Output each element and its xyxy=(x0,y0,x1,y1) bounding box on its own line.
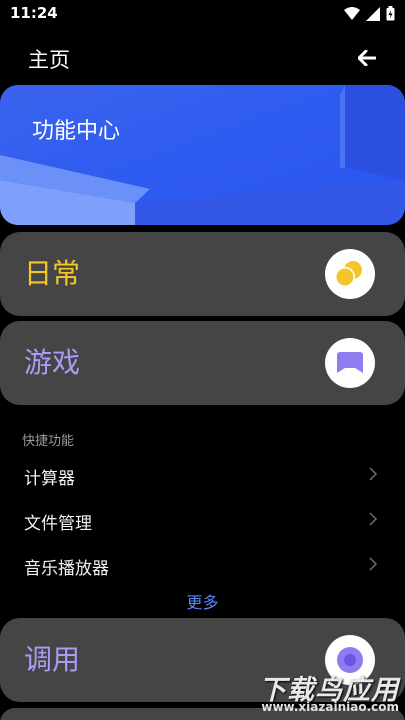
daily-card-label: 日常 xyxy=(24,257,81,290)
daily-card[interactable]: 日常 xyxy=(0,232,405,316)
chevron-right-icon xyxy=(369,557,378,571)
game-controller-icon xyxy=(325,338,375,388)
status-time: 11:24 xyxy=(10,4,58,22)
watermark-url: www.xiazainiao.com xyxy=(261,700,399,714)
quick-item-calculator[interactable]: 计算器 xyxy=(0,452,405,496)
wifi-icon xyxy=(344,6,360,25)
quick-item-label: 音乐播放器 xyxy=(24,559,109,579)
more-link[interactable]: 更多 xyxy=(0,589,405,613)
quick-item-file-manager[interactable]: 文件管理 xyxy=(0,497,405,541)
back-arrow-icon[interactable] xyxy=(355,46,379,70)
app-screen: 11:24 主页 功能中心 日常 游戏 快捷功能 计算器 文件管理 音乐播放器 … xyxy=(0,0,405,720)
app-header: 主页 xyxy=(0,36,405,80)
battery-icon xyxy=(386,6,395,25)
banner-title: 功能中心 xyxy=(32,119,121,144)
status-icons xyxy=(344,6,395,25)
page-title: 主页 xyxy=(28,48,70,72)
feature-center-banner[interactable]: 功能中心 xyxy=(0,85,405,225)
coins-icon xyxy=(325,249,375,299)
chevron-right-icon xyxy=(369,467,378,481)
quick-functions-heading: 快捷功能 xyxy=(22,434,75,449)
chevron-right-icon xyxy=(369,512,378,526)
games-card-label: 游戏 xyxy=(24,346,81,379)
invoke-card-label: 调用 xyxy=(24,643,81,676)
quick-item-label: 计算器 xyxy=(24,469,75,489)
quick-item-music-player[interactable]: 音乐播放器 xyxy=(0,542,405,586)
status-bar: 11:24 xyxy=(0,0,405,28)
signal-icon xyxy=(366,6,380,25)
games-card[interactable]: 游戏 xyxy=(0,321,405,405)
banner-background-shapes xyxy=(0,85,405,225)
quick-item-label: 文件管理 xyxy=(24,514,92,534)
